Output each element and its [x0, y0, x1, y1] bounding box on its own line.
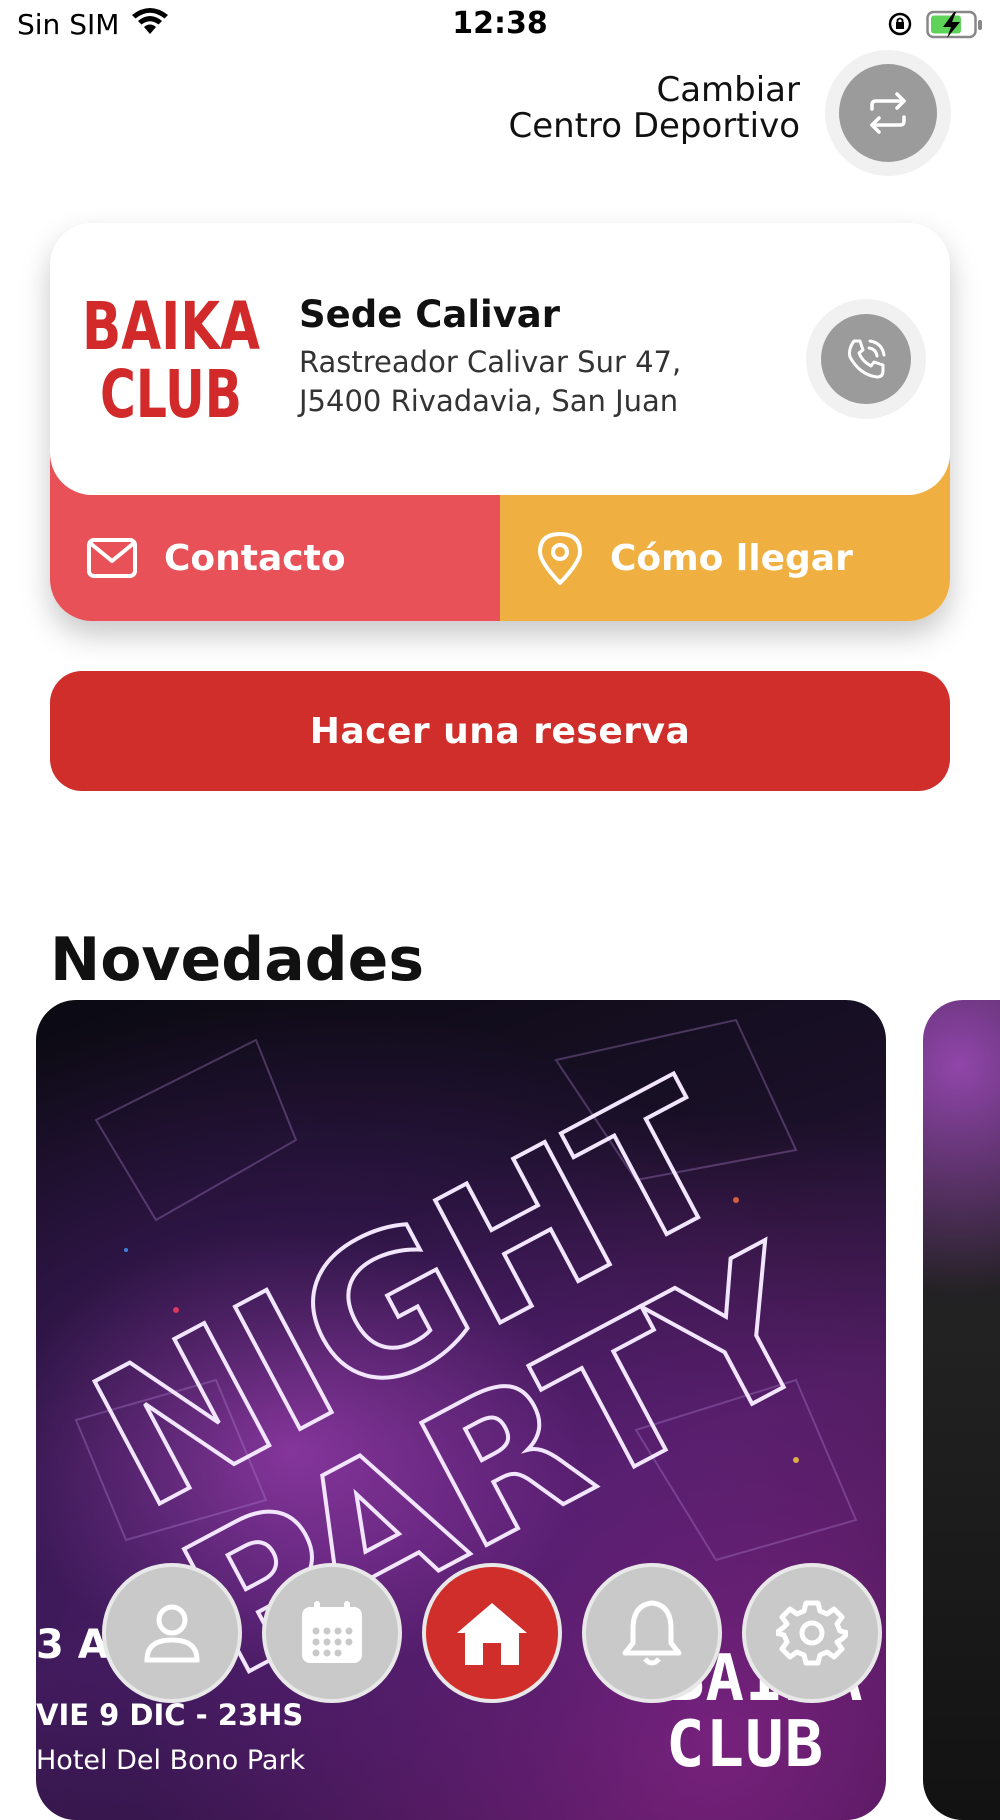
- poster-text-line1: 3 A: [36, 1622, 109, 1668]
- change-center-line2: Centro Deportivo: [508, 106, 800, 146]
- make-reservation-button[interactable]: Hacer una reserva: [50, 671, 950, 791]
- club-name: Sede Calivar: [299, 293, 561, 336]
- gear-icon: [776, 1600, 848, 1666]
- calendar-icon: [302, 1601, 362, 1663]
- phone-icon: [848, 339, 886, 379]
- nav-notifications-button[interactable]: [582, 1563, 722, 1703]
- location-pin-icon: [538, 532, 582, 585]
- news-title: Novedades: [50, 925, 425, 995]
- call-button-inner: [821, 314, 911, 404]
- svg-text:BAIKA: BAIKA: [82, 289, 260, 365]
- club-info: BAIKA CLUB Sede Calivar Rastreador Caliv…: [50, 223, 950, 495]
- club-address: Rastreador Calivar Sur 47, J5400 Rivadav…: [299, 343, 681, 421]
- home-icon: [457, 1603, 527, 1665]
- poster-text-line3: Hotel Del Bono Park: [36, 1745, 306, 1776]
- change-center-button[interactable]: [825, 50, 951, 176]
- nav-settings-button[interactable]: [742, 1563, 882, 1703]
- nav-calendar-button[interactable]: [262, 1563, 402, 1703]
- news-card-next[interactable]: [923, 1000, 1000, 1820]
- address-line2: J5400 Rivadavia, San Juan: [299, 384, 679, 418]
- call-button[interactable]: [806, 299, 926, 419]
- change-center-button-inner: [839, 64, 937, 162]
- user-icon: [144, 1604, 200, 1663]
- club-logo: BAIKA CLUB: [80, 288, 262, 433]
- svg-text:CLUB: CLUB: [100, 356, 242, 421]
- contact-label: Contacto: [164, 537, 346, 579]
- nav-home-button[interactable]: [422, 1563, 562, 1703]
- status-bar: Sin SIM 12:38: [0, 0, 1000, 50]
- contact-button[interactable]: Contacto: [86, 495, 346, 621]
- rotation-lock-icon: [887, 11, 913, 41]
- swap-arrows-icon: [870, 92, 906, 134]
- directions-label: Cómo llegar: [610, 537, 853, 579]
- change-center-line1: Cambiar: [656, 70, 800, 110]
- poster-text-line2: VIE 9 DIC - 23HS: [36, 1698, 304, 1732]
- bell-icon: [622, 1600, 682, 1666]
- directions-button[interactable]: Cómo llegar: [536, 495, 853, 621]
- club-card: BAIKA CLUB Sede Calivar Rastreador Caliv…: [50, 223, 950, 621]
- poster-logo-line2: CLUB: [666, 1708, 825, 1782]
- change-center-label[interactable]: Cambiar Centro Deportivo: [400, 72, 800, 144]
- nav-profile-button[interactable]: [102, 1563, 242, 1703]
- clock: 12:38: [452, 6, 548, 41]
- mail-icon: [87, 538, 137, 578]
- address-line1: Rastreador Calivar Sur 47,: [299, 345, 682, 379]
- battery-icon: [926, 10, 986, 44]
